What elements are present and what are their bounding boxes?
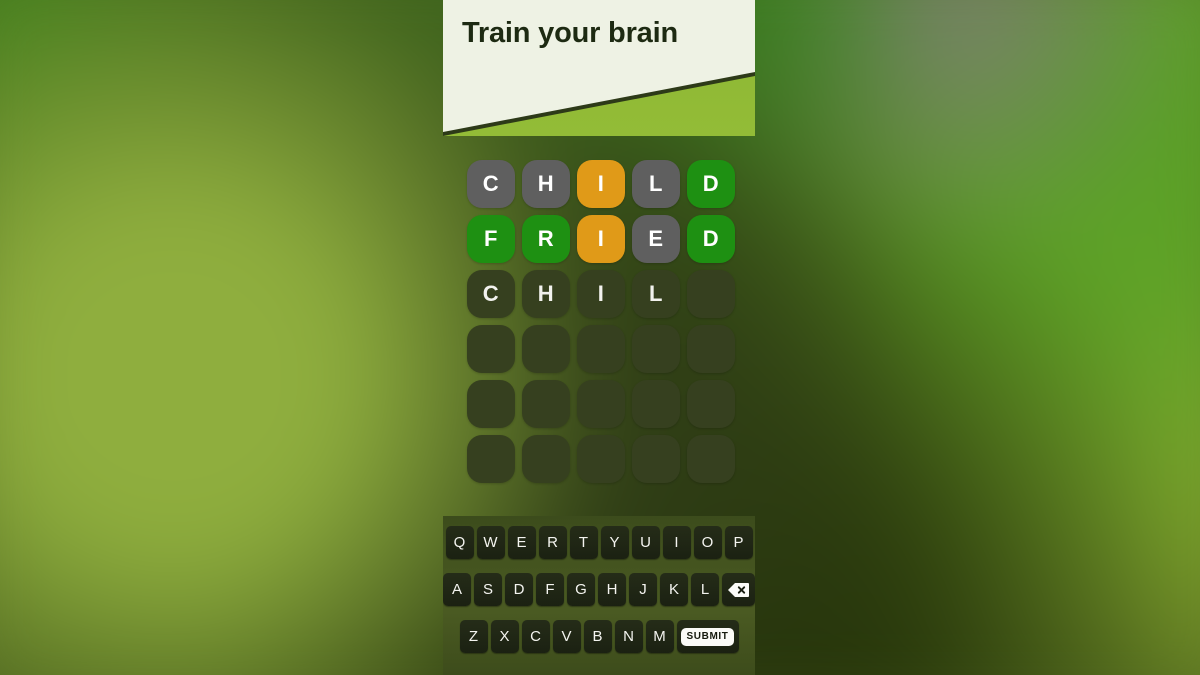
key-f[interactable]: F xyxy=(536,573,564,606)
keyboard-row-3: Z X C V B N M SUBMIT xyxy=(443,606,755,653)
tile-r1-c5: D xyxy=(687,160,735,208)
tile-r4-c5 xyxy=(687,325,735,373)
tile-r2-c1: F xyxy=(467,215,515,263)
tile-r1-c1: C xyxy=(467,160,515,208)
backspace-icon xyxy=(728,582,749,597)
key-l[interactable]: L xyxy=(691,573,719,606)
tile-r4-c1 xyxy=(467,325,515,373)
key-d[interactable]: D xyxy=(505,573,533,606)
key-r[interactable]: R xyxy=(538,526,567,559)
tile-r6-c3 xyxy=(577,435,625,483)
tile-r2-c5: D xyxy=(687,215,735,263)
tile-r3-c2: H xyxy=(522,270,570,318)
tile-r1-c4: L xyxy=(632,160,680,208)
tile-r6-c2 xyxy=(522,435,570,483)
tile-r4-c4 xyxy=(632,325,680,373)
backspace-key[interactable] xyxy=(722,573,755,606)
keyboard-row-2: ASDFGHJKL xyxy=(443,559,755,606)
game-card: Train your brain CHILDFRIEDCHIL QWERTYUI… xyxy=(443,0,755,675)
key-j[interactable]: J xyxy=(629,573,657,606)
key-a[interactable]: A xyxy=(443,573,471,606)
tile-r5-c1 xyxy=(467,380,515,428)
key-n[interactable]: N xyxy=(614,620,643,653)
key-t[interactable]: T xyxy=(569,526,598,559)
tile-r5-c3 xyxy=(577,380,625,428)
tile-r3-c4: L xyxy=(632,270,680,318)
tile-r5-c4 xyxy=(632,380,680,428)
key-p[interactable]: P xyxy=(724,526,753,559)
key-b[interactable]: B xyxy=(583,620,612,653)
key-z[interactable]: Z xyxy=(459,620,488,653)
guess-grid: CHILDFRIEDCHIL xyxy=(467,160,735,483)
tile-r1-c2: H xyxy=(522,160,570,208)
tile-r6-c4 xyxy=(632,435,680,483)
key-w[interactable]: W xyxy=(476,526,505,559)
key-v[interactable]: V xyxy=(552,620,581,653)
tile-r5-c5 xyxy=(687,380,735,428)
tile-r2-c2: R xyxy=(522,215,570,263)
tile-r3-c3: I xyxy=(577,270,625,318)
key-u[interactable]: U xyxy=(631,526,660,559)
screenshot-root: Train your brain CHILDFRIEDCHIL QWERTYUI… xyxy=(0,0,1200,675)
tile-r4-c2 xyxy=(522,325,570,373)
key-x[interactable]: X xyxy=(490,620,519,653)
tile-r2-c3: I xyxy=(577,215,625,263)
key-i[interactable]: I xyxy=(662,526,691,559)
key-y[interactable]: Y xyxy=(600,526,629,559)
tile-r2-c4: E xyxy=(632,215,680,263)
submit-label: SUBMIT xyxy=(680,627,735,646)
key-c[interactable]: C xyxy=(521,620,550,653)
tile-r1-c3: I xyxy=(577,160,625,208)
tile-r3-c1: C xyxy=(467,270,515,318)
submit-key[interactable]: SUBMIT xyxy=(676,620,739,653)
page-title: Train your brain xyxy=(462,17,678,49)
tile-r4-c3 xyxy=(577,325,625,373)
key-o[interactable]: O xyxy=(693,526,722,559)
keyboard-row-1: QWERTYUIOP xyxy=(443,516,755,559)
tile-r3-c5 xyxy=(687,270,735,318)
key-h[interactable]: H xyxy=(598,573,626,606)
key-m[interactable]: M xyxy=(645,620,674,653)
key-g[interactable]: G xyxy=(567,573,595,606)
key-s[interactable]: S xyxy=(474,573,502,606)
key-e[interactable]: E xyxy=(507,526,536,559)
tile-r6-c5 xyxy=(687,435,735,483)
key-q[interactable]: Q xyxy=(445,526,474,559)
virtual-keyboard: QWERTYUIOP ASDFGHJKL Z X C V B N M SUBMIT xyxy=(443,516,755,675)
key-k[interactable]: K xyxy=(660,573,688,606)
tile-r6-c1 xyxy=(467,435,515,483)
tile-r5-c2 xyxy=(522,380,570,428)
